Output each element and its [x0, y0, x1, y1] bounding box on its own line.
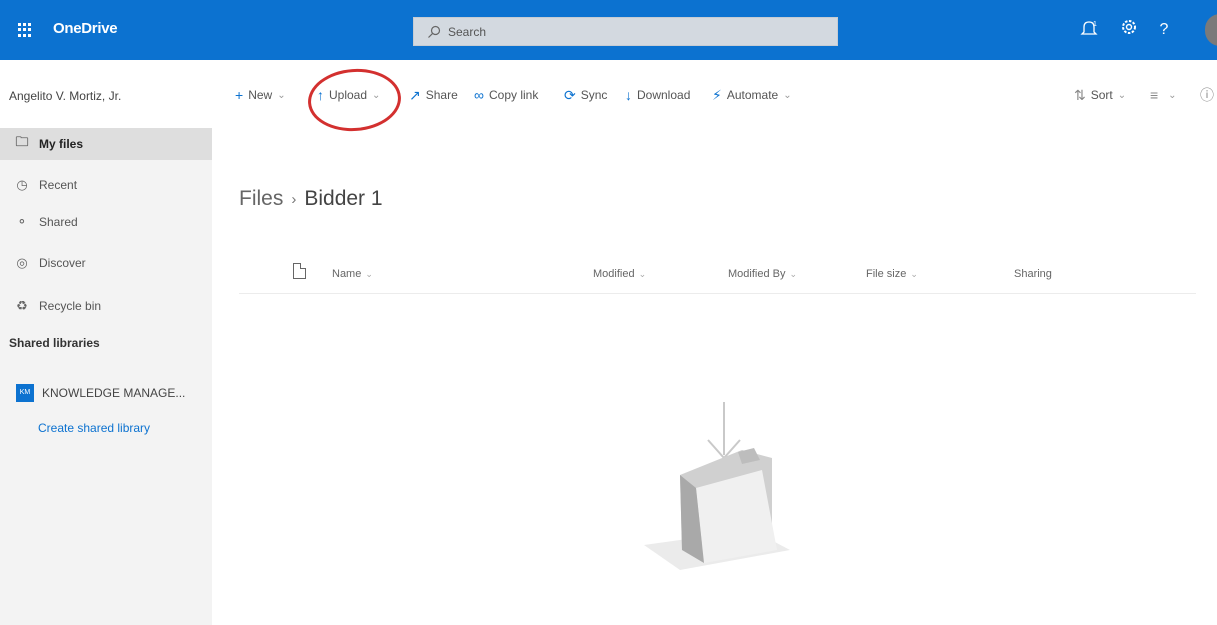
person-share-icon: ⚬ — [16, 214, 28, 229]
list-view-icon: ≡ — [1150, 87, 1159, 103]
search-placeholder: Search — [448, 25, 487, 39]
chevron-down-icon: ⌄ — [372, 89, 381, 101]
page-title: Bidder 1 — [304, 187, 383, 210]
column-modified-label: Modified — [593, 268, 635, 280]
notifications-icon[interactable]: 1 — [1078, 18, 1102, 42]
share-label: Share — [425, 88, 458, 102]
chevron-right-icon: › — [291, 190, 297, 208]
shared-libraries-heading: Shared libraries — [9, 336, 100, 350]
automate-button[interactable]: ⚡ Automate ⌄ — [712, 84, 792, 106]
settings-gear-icon[interactable] — [1117, 18, 1141, 42]
sync-button[interactable]: ⟳ Sync — [564, 84, 607, 106]
new-button[interactable]: + New ⌄ — [235, 84, 286, 106]
clock-icon: ◷ — [16, 177, 28, 192]
chevron-down-icon: ⌄ — [783, 89, 792, 101]
nav-item-my-files[interactable]: 🗀 My files — [0, 128, 212, 160]
avatar[interactable] — [1205, 14, 1217, 46]
share-button[interactable]: ↗ Share — [409, 84, 458, 106]
column-name-label: Name — [332, 268, 362, 280]
info-icon: ⓘ — [1200, 87, 1214, 103]
left-navigation — [0, 128, 212, 625]
chevron-down-icon: ⌄ — [1117, 89, 1127, 101]
app-launcher-icon[interactable] — [18, 23, 32, 37]
upload-arrow-icon: ↑ — [317, 87, 324, 103]
nav-item-label: Discover — [39, 256, 86, 270]
nav-item-shared[interactable]: ⚬ Shared — [0, 206, 212, 238]
chevron-down-icon: ⌄ — [638, 269, 647, 279]
column-header-file-size[interactable]: File size ⌄ — [866, 268, 918, 280]
empty-folder-illustration — [644, 402, 790, 570]
create-shared-library-link[interactable]: Create shared library — [38, 421, 150, 435]
sort-button[interactable]: ⇅ Sort ⌄ — [1074, 84, 1126, 106]
library-name: KNOWLEDGE MANAGE... — [42, 386, 186, 400]
breadcrumb: Files › Bidder 1 — [239, 187, 383, 211]
help-icon[interactable]: ? — [1152, 18, 1176, 42]
plus-icon: + — [235, 87, 244, 103]
svg-text:1: 1 — [1093, 21, 1097, 28]
column-sharing-label: Sharing — [1014, 268, 1052, 280]
copy-link-button[interactable]: ∞ Copy link — [474, 84, 538, 106]
chevron-down-icon: ⌄ — [365, 269, 373, 279]
column-header-sharing[interactable]: Sharing — [1014, 268, 1052, 280]
nav-item-label: Shared — [39, 215, 78, 229]
breadcrumb-root[interactable]: Files — [239, 187, 283, 211]
library-badge: KM — [16, 384, 34, 402]
chevron-down-icon: ⌄ — [789, 269, 798, 279]
upload-button[interactable]: ↑ Upload ⌄ — [317, 84, 380, 106]
nav-item-label: Recent — [39, 178, 78, 192]
column-header-name[interactable]: Name ⌄ — [332, 268, 373, 280]
column-file-size-label: File size — [866, 268, 907, 280]
view-options-button[interactable]: ≡ ⌄ — [1150, 84, 1177, 106]
share-icon: ↗ — [409, 86, 421, 103]
download-arrow-icon: ↓ — [625, 87, 632, 103]
bell-icon: 1 — [1080, 21, 1098, 35]
nav-item-recycle-bin[interactable]: ♻ Recycle bin — [0, 290, 212, 322]
chevron-down-icon: ⌄ — [1168, 89, 1177, 101]
sort-icon: ⇅ — [1074, 86, 1086, 103]
nav-item-discover[interactable]: ◎ Discover — [0, 247, 212, 279]
sync-label: Sync — [580, 88, 608, 102]
chevron-down-icon: ⌄ — [910, 269, 918, 279]
automate-label: Automate — [726, 88, 779, 102]
nav-item-label: Recycle bin — [39, 299, 102, 313]
top-bar: OneDrive Search 1 ? — [0, 0, 1217, 60]
download-button[interactable]: ↓ Download — [625, 84, 690, 106]
folder-icon: 🗀 — [15, 134, 29, 149]
shared-library-item[interactable]: KM KNOWLEDGE MANAGE... — [16, 381, 212, 405]
copy-link-label: Copy link — [488, 88, 539, 102]
sync-icon: ⟳ — [564, 86, 576, 103]
user-name: Angelito V. Mortiz, Jr. — [9, 89, 122, 103]
recycle-bin-icon: ♻ — [16, 298, 28, 313]
automate-icon: ⚡ — [712, 86, 722, 103]
column-header-modified-by[interactable]: Modified By ⌄ — [728, 268, 797, 280]
file-type-icon[interactable] — [293, 263, 306, 279]
header-divider — [239, 293, 1196, 294]
column-header-modified[interactable]: Modified ⌄ — [593, 268, 646, 280]
nav-item-recent[interactable]: ◷ Recent — [0, 169, 212, 201]
app-title[interactable]: OneDrive — [53, 20, 118, 37]
chevron-down-icon: ⌄ — [277, 89, 286, 101]
upload-label: Upload — [329, 88, 368, 102]
compass-icon: ◎ — [16, 255, 28, 270]
nav-item-label: My files — [39, 137, 84, 151]
new-label: New — [248, 88, 273, 102]
search-box[interactable]: Search — [413, 17, 838, 46]
column-modified-by-label: Modified By — [728, 268, 786, 280]
link-icon: ∞ — [474, 87, 484, 103]
search-icon — [428, 25, 441, 38]
gear-icon — [1122, 20, 1136, 34]
download-label: Download — [637, 88, 691, 102]
info-button[interactable]: ⓘ — [1200, 84, 1217, 106]
sort-label: Sort — [1090, 88, 1113, 102]
